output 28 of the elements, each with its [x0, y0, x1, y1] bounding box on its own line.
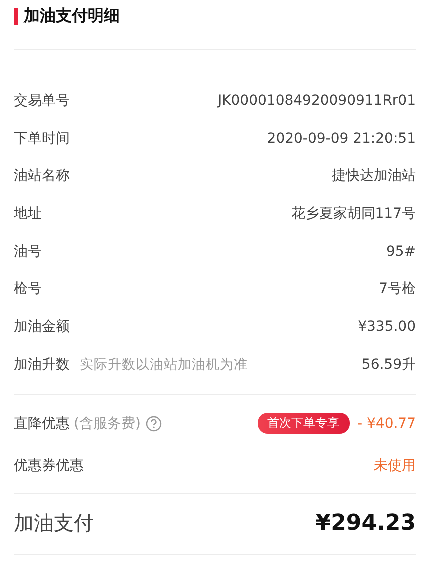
field-label: 下单时间: [14, 130, 70, 148]
field-note: 实际升数以油站加油机为准: [80, 356, 248, 374]
discount-label: 直降优惠: [14, 414, 70, 432]
field-label: 加油升数: [14, 356, 70, 374]
field-value: 捷快达加油站: [332, 167, 416, 186]
field-value: 95#: [386, 244, 416, 260]
field-value: 56.59升: [362, 356, 416, 374]
field-label: 交易单号: [14, 92, 70, 110]
field-value: 花乡夏家胡同117号: [291, 204, 416, 223]
field-value: JK00001084920090911Rr01: [218, 92, 416, 109]
field-label: 加油金额: [14, 318, 70, 336]
discount-value: - ¥40.77: [358, 416, 416, 432]
field-value: 2020-09-09 21:20:51: [267, 130, 416, 147]
promo-badge: 首次下单专享: [258, 413, 350, 434]
title-accent-bar: [14, 8, 18, 24]
field-label: 油站名称: [14, 167, 70, 186]
discount-value: 未使用: [374, 456, 416, 474]
help-icon[interactable]: [146, 416, 162, 432]
field-label: 枪号: [14, 280, 42, 298]
field-label: 油号: [14, 242, 42, 261]
total-label: 加油支付: [14, 510, 94, 537]
field-value: 7号枪: [379, 280, 416, 298]
discount-label: 优惠券优惠: [14, 456, 84, 474]
total-amount: ¥294.23: [316, 511, 416, 536]
field-value: ¥335.00: [358, 318, 416, 335]
discount-note: (含服务费): [74, 414, 141, 432]
field-label: 地址: [14, 204, 42, 223]
section-title: 加油支付明细: [24, 6, 120, 26]
